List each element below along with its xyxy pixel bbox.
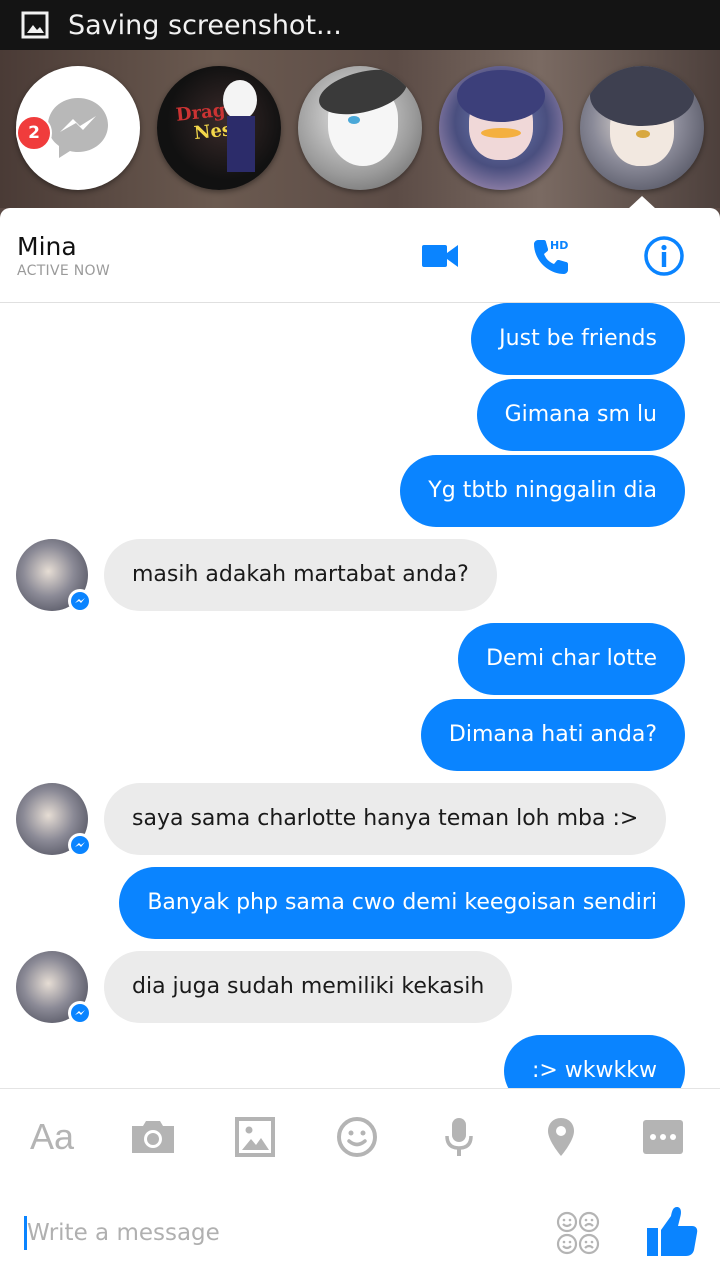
message-input[interactable] xyxy=(27,1210,527,1256)
message-list[interactable]: Just be friends Gimana sm lu Yg tbtb nin… xyxy=(0,303,720,1088)
status-bar: Saving screenshot... xyxy=(0,0,720,50)
sender-avatar[interactable] xyxy=(16,951,92,1025)
message-bubble-outgoing[interactable]: Gimana sm lu xyxy=(476,379,685,451)
conversation-panel: Mina ACTIVE NOW HD Just be friends Giman… xyxy=(0,208,720,1280)
chat-header: Mina ACTIVE NOW HD xyxy=(0,208,720,303)
message-bubble-outgoing[interactable]: Demi char lotte xyxy=(458,623,685,695)
emoji-button[interactable] xyxy=(331,1113,383,1161)
gallery-icon xyxy=(20,10,50,40)
messenger-icon xyxy=(48,98,108,158)
text-format-label: Aa xyxy=(29,1116,75,1157)
voice-message-button[interactable] xyxy=(433,1113,485,1161)
sender-avatar[interactable] xyxy=(16,539,92,613)
chat-head-anime-purple[interactable] xyxy=(439,66,563,190)
contact-name[interactable]: Mina xyxy=(17,232,77,261)
phone-icon: HD xyxy=(534,239,568,274)
video-call-button[interactable] xyxy=(416,232,464,280)
more-icon xyxy=(643,1120,683,1154)
thumbs-up-icon xyxy=(647,1207,698,1256)
message-bubble-outgoing[interactable]: Yg tbtb ninggalin dia xyxy=(400,455,685,527)
more-options-button[interactable] xyxy=(637,1113,689,1161)
camera-button[interactable] xyxy=(127,1113,179,1161)
messenger-mini-icon xyxy=(68,589,92,613)
message-bubble-incoming[interactable]: saya sama charlotte hanya teman loh mba … xyxy=(104,783,667,855)
stickers-icon xyxy=(556,1211,600,1255)
video-camera-icon xyxy=(422,245,458,267)
image-icon xyxy=(235,1117,275,1157)
message-bubble-incoming[interactable]: masih adakah martabat anda? xyxy=(104,539,497,611)
message-composer xyxy=(0,1184,720,1280)
sender-avatar[interactable] xyxy=(16,783,92,857)
message-bubble-incoming[interactable]: dia juga sudah memiliki kekasih xyxy=(104,951,513,1023)
message-bubble-outgoing[interactable]: Just be friends xyxy=(471,303,685,375)
hd-label: HD xyxy=(550,239,568,252)
contact-status: ACTIVE NOW xyxy=(17,263,110,279)
chat-head-anime-gray[interactable] xyxy=(298,66,422,190)
stickers-button[interactable] xyxy=(555,1210,601,1256)
message-bubble-outgoing[interactable]: :> wkwkkw xyxy=(503,1035,685,1088)
composer-toolbar: Aa xyxy=(0,1088,720,1184)
messenger-mini-icon xyxy=(68,833,92,857)
microphone-icon xyxy=(445,1118,473,1156)
emoji-icon xyxy=(337,1117,377,1157)
message-bubble-outgoing[interactable]: Dimana hati anda? xyxy=(420,699,685,771)
voice-call-button[interactable]: HD xyxy=(528,232,576,280)
unread-badge: 2 xyxy=(16,115,52,151)
messenger-mini-icon xyxy=(68,1001,92,1025)
info-button[interactable] xyxy=(640,232,688,280)
location-icon xyxy=(548,1118,574,1156)
chat-head-dragon-nest[interactable]: Dragon Nest xyxy=(157,66,281,190)
like-button[interactable] xyxy=(642,1202,702,1262)
info-icon xyxy=(644,236,684,276)
message-bubble-outgoing[interactable]: Banyak php sama cwo demi keegoisan sendi… xyxy=(119,867,685,939)
camera-icon xyxy=(132,1121,174,1153)
gallery-button[interactable] xyxy=(229,1113,281,1161)
chat-head-mina[interactable] xyxy=(580,66,704,190)
location-button[interactable] xyxy=(535,1113,587,1161)
text-format-button[interactable]: Aa xyxy=(26,1113,78,1161)
active-head-pointer xyxy=(628,196,656,209)
chat-heads-strip: 2 Dragon Nest xyxy=(0,50,720,208)
status-text: Saving screenshot... xyxy=(68,9,342,41)
